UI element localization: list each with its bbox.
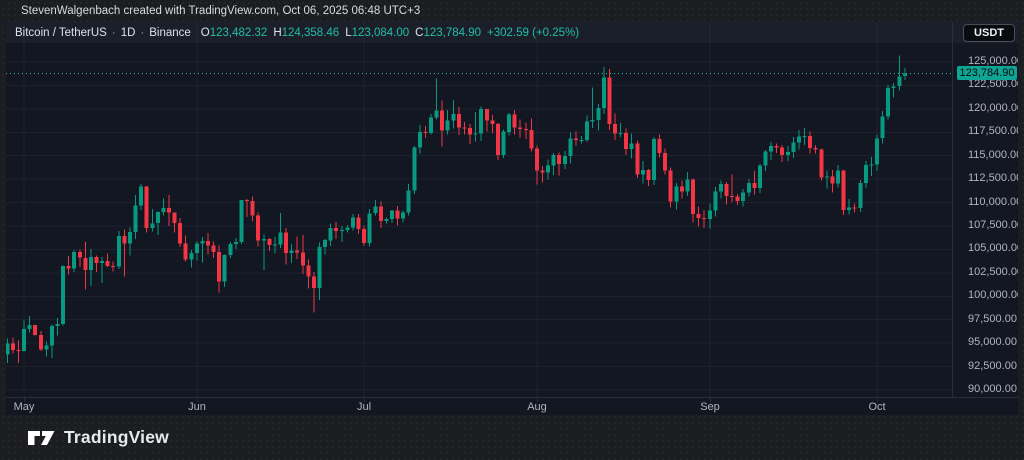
time-tick-label: Oct <box>868 401 886 413</box>
change-value: +302.59 (+0.25%) <box>487 27 580 39</box>
tradingview-logo[interactable]: TradingView <box>28 427 169 448</box>
price-tick-label: 100,000.00 <box>968 289 1018 301</box>
price-tick-label: 92,500.00 <box>968 360 1017 372</box>
price-tick-label: 102,500.00 <box>968 266 1018 278</box>
price-tick-label: 112,500.00 <box>968 172 1018 184</box>
symbol-legend: Bitcoin / TetherUS · 1D · Binance O123,4… <box>15 27 579 39</box>
candlestick-chart[interactable] <box>6 22 952 397</box>
time-tick-label: Jul <box>356 401 372 413</box>
price-tick-label: 117,500.00 <box>968 125 1018 137</box>
footer-bar: TradingView <box>0 415 1024 460</box>
ohlc-value: 124,358.46 <box>281 27 340 39</box>
legend-separator: · <box>140 27 145 39</box>
time-tick-label: Aug <box>527 401 547 413</box>
chart-widget: Bitcoin / TetherUS · 1D · Binance O123,4… <box>6 22 1018 415</box>
price-axis[interactable]: 123,784.90 90,000.00 92,500.00 95,000.00 97… <box>952 22 1018 397</box>
price-tick-label: 95,000.00 <box>968 336 1017 348</box>
last-price-badge: 123,784.90 <box>957 66 1017 80</box>
price-tick-label: 90,000.00 <box>968 383 1017 395</box>
time-tick-label: Sep <box>700 401 720 413</box>
ohlc-value: 123,482.32 <box>209 27 268 39</box>
interval-label: 1D <box>120 27 136 39</box>
ohlc-value: 123,084.00 <box>351 27 410 39</box>
ohlc-label: H <box>273 27 282 39</box>
time-tick-label: Jun <box>188 401 206 413</box>
price-tick-label: 97,500.00 <box>968 313 1017 325</box>
symbol-title: Bitcoin / TetherUS <box>15 27 107 39</box>
price-tick-label: 120,000.00 <box>968 102 1018 114</box>
exchange-label: Binance <box>149 27 191 39</box>
attribution-text: StevenWalgenbach created with TradingVie… <box>21 5 421 17</box>
tradingview-wordmark: TradingView <box>64 427 169 447</box>
price-tick-label: 115,000.00 <box>968 149 1018 161</box>
ohlc-value: 123,784.90 <box>423 27 482 39</box>
ohlc-values: O123,482.32 H124,358.46 L123,084.00 C123,78… <box>195 27 579 39</box>
price-tick-label: 105,000.00 <box>968 242 1018 254</box>
price-tick-label: 107,500.00 <box>968 219 1018 231</box>
legend-separator: · <box>111 27 116 39</box>
time-axis[interactable]: May Jun Jul Aug Sep Oct <box>6 397 1018 415</box>
time-tick-label: May <box>13 401 35 413</box>
price-tick-label: 110,000.00 <box>968 196 1018 208</box>
ohlc-label: O <box>200 27 210 39</box>
tradingview-mark-icon <box>28 430 55 445</box>
currency-toggle-button[interactable]: USDT <box>963 24 1015 42</box>
